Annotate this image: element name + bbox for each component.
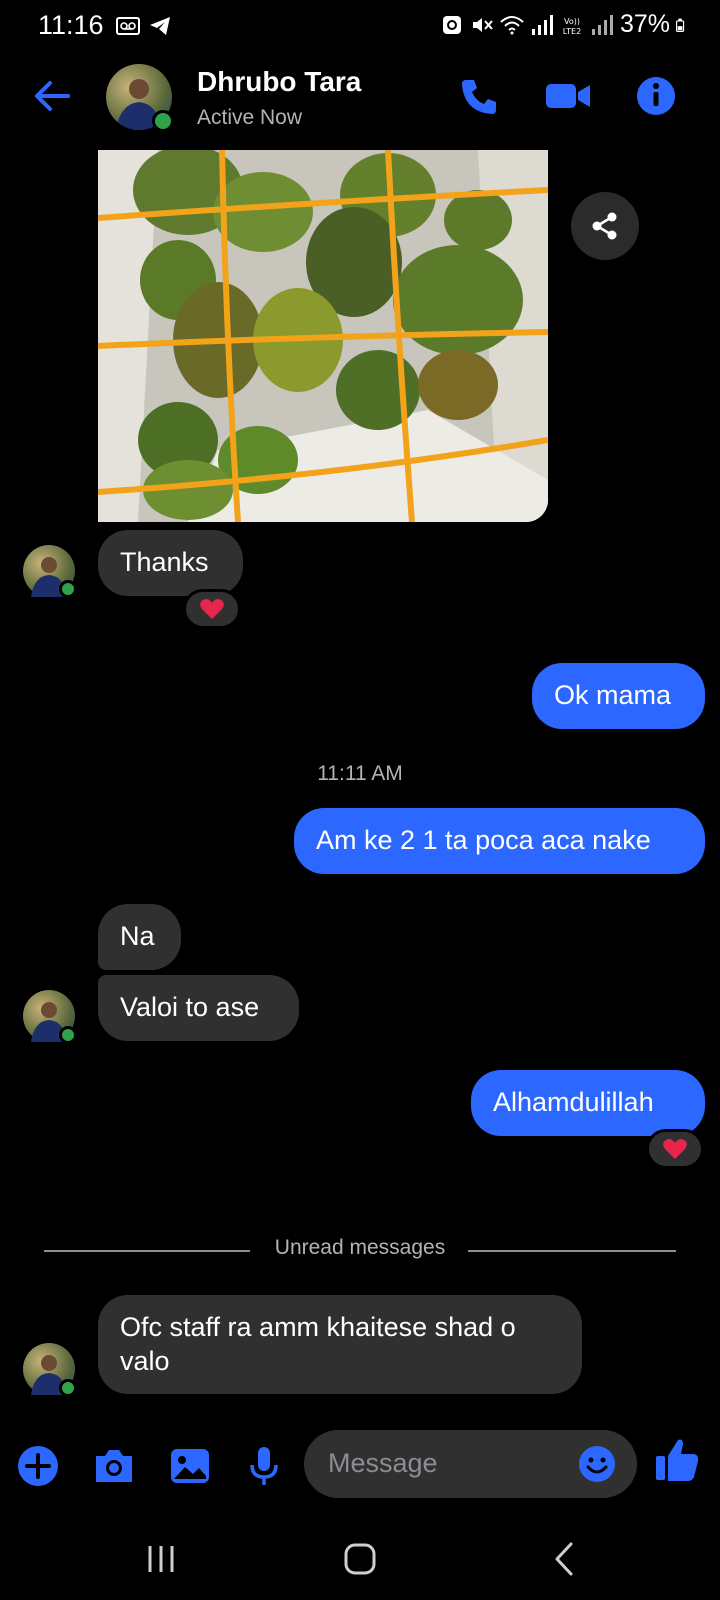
online-indicator-small — [59, 580, 77, 598]
contact-name[interactable]: Dhrubo Tara — [197, 66, 361, 98]
volte-lte2-icon: Vo))LTE2 — [563, 17, 581, 36]
online-indicator-small — [59, 1379, 77, 1397]
status-right-icons: Vo)) LTE2 37% — [440, 10, 690, 39]
share-button[interactable] — [571, 192, 639, 260]
reaction-badge[interactable] — [646, 1129, 704, 1169]
video-call-icon[interactable] — [544, 74, 592, 118]
divider-line-right — [468, 1250, 676, 1252]
message-timestamp: 11:11 AM — [317, 762, 403, 785]
plus-icon[interactable] — [16, 1444, 60, 1488]
chat-header: Dhrubo Tara Active Now — [0, 52, 720, 148]
online-indicator-small — [59, 1026, 77, 1044]
system-nav-bar — [0, 1520, 720, 1600]
unread-messages-divider: Unread messages — [44, 1236, 676, 1266]
emoji-icon[interactable] — [578, 1445, 616, 1483]
gallery-icon[interactable] — [168, 1444, 212, 1488]
online-indicator — [152, 110, 174, 132]
home-icon[interactable] — [335, 1534, 385, 1584]
telegram-icon — [150, 17, 170, 35]
back-nav-icon[interactable] — [540, 1534, 590, 1584]
message-bubble-outgoing[interactable]: Alhamdulillah — [471, 1070, 705, 1136]
mango-photo-message[interactable] — [98, 150, 548, 522]
message-bubble-outgoing[interactable]: Ok mama — [532, 663, 705, 729]
message-composer: Message — [0, 1426, 720, 1502]
message-bubble-outgoing[interactable]: Am ke 2 1 ta poca aca nake — [294, 808, 705, 874]
reaction-badge[interactable] — [183, 589, 241, 629]
mute-icon — [472, 17, 493, 32]
info-icon[interactable] — [634, 74, 678, 118]
message-placeholder: Message — [328, 1448, 438, 1478]
recent-apps-icon[interactable] — [136, 1534, 186, 1584]
back-arrow-icon[interactable] — [30, 74, 74, 118]
battery-percent: 37% — [619, 10, 670, 38]
message-bubble-incoming[interactable]: Na — [98, 904, 181, 970]
microphone-icon[interactable] — [242, 1444, 286, 1488]
message-bubble-incoming[interactable]: Ofc staff ra amm khaitese shad o valo — [98, 1295, 582, 1394]
contact-status: Active Now — [197, 106, 303, 129]
wifi-icon — [500, 15, 524, 34]
svg-text:Vo)): Vo)) — [564, 17, 580, 26]
status-left-icons — [116, 14, 172, 38]
thumbs-up-icon[interactable] — [654, 1436, 700, 1484]
signal-icon — [531, 14, 553, 35]
share-icon — [592, 212, 617, 240]
battery-icon — [676, 18, 685, 32]
message-bubble-incoming[interactable]: Thanks — [98, 530, 243, 596]
phone-call-icon[interactable] — [458, 74, 502, 118]
camera-icon[interactable] — [92, 1444, 136, 1488]
heart-icon — [663, 1139, 687, 1159]
status-time: 11:16 — [38, 10, 104, 40]
status-bar: 11:16 Vo)) LTE2 37% — [0, 0, 720, 52]
data-saver-icon — [442, 15, 461, 34]
message-input[interactable]: Message — [304, 1430, 637, 1498]
unread-messages-label: Unread messages — [274, 1236, 446, 1259]
signal-icon-2 — [591, 14, 613, 35]
voicemail-icon — [116, 17, 140, 35]
message-bubble-incoming[interactable]: Valoi to ase — [98, 975, 299, 1041]
svg-text:LTE2: LTE2 — [563, 27, 581, 36]
heart-icon — [200, 599, 224, 619]
